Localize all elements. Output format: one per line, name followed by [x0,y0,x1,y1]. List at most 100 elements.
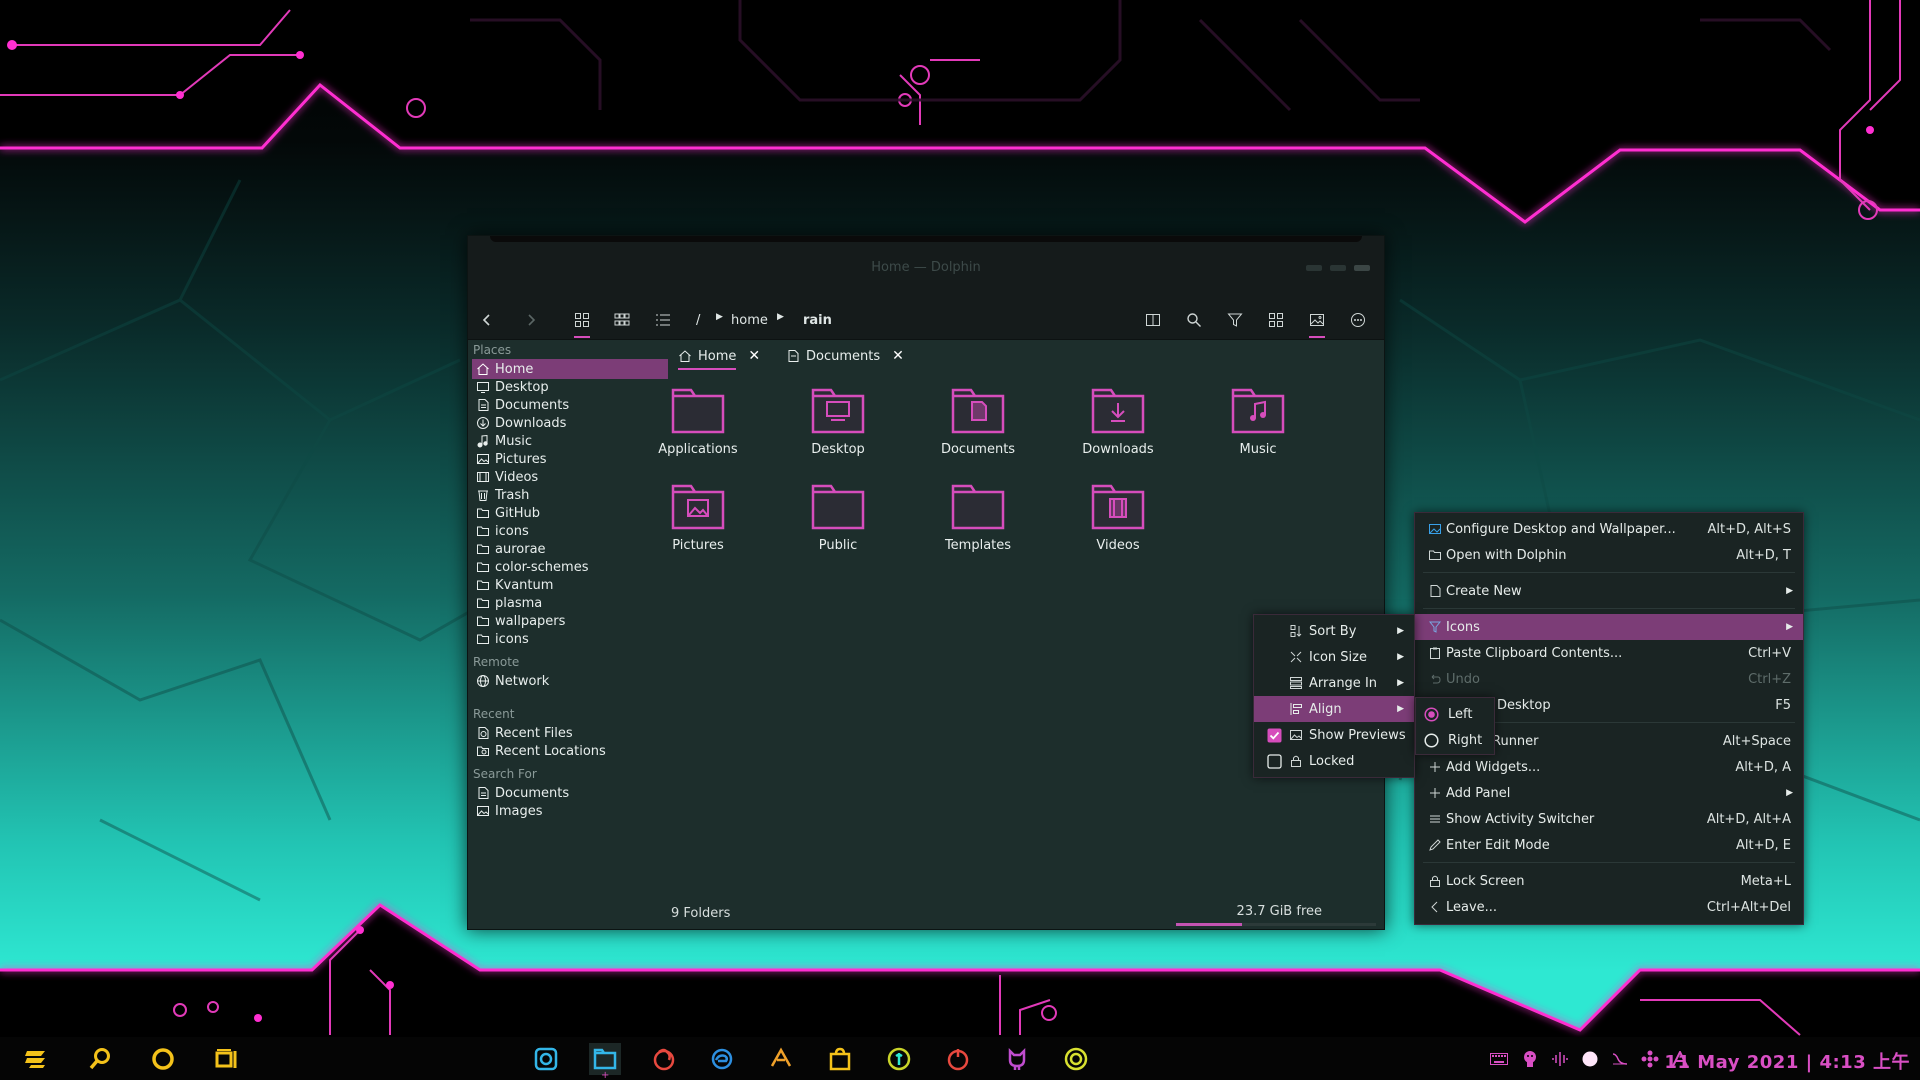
menu-item-label: Add Panel [1446,785,1511,801]
task-media[interactable] [942,1043,974,1075]
sidebar-item-icons[interactable]: icons [472,521,668,541]
tab-documents[interactable]: Documents ✕ [786,345,904,367]
breadcrumb-current[interactable]: rain [803,313,832,328]
menu-item-leave[interactable]: Leave... Ctrl+Alt+Del [1415,894,1803,920]
search-button[interactable] [1180,306,1208,334]
menu-item-create-new[interactable]: Create New ▶ [1415,578,1803,604]
sidebar-item-icons-2[interactable]: icons [472,629,668,649]
sidebar-item-color-schemes[interactable]: color-schemes [472,557,668,577]
tray-network[interactable] [1610,1049,1630,1069]
compact-view-button[interactable] [608,306,636,334]
menu-item-locked[interactable]: Locked [1254,748,1414,774]
checkbox-unchecked-icon[interactable] [1266,753,1282,769]
search-launcher-button[interactable] [84,1043,116,1075]
folder-item[interactable]: Music [1203,386,1313,457]
tab-label: Documents [806,348,881,364]
show-previews-button[interactable] [1303,306,1331,338]
menu-item-icons[interactable]: Icons ▶ [1415,614,1803,640]
sidebar-item-desktop[interactable]: Desktop [472,377,668,397]
tray-night[interactable] [1580,1049,1600,1069]
forward-button[interactable] [517,306,545,334]
sidebar-item-wallpapers[interactable]: wallpapers [472,611,668,631]
sidebar-item-github[interactable]: GitHub [472,503,668,523]
preview-grid-button[interactable] [1262,306,1290,334]
close-tab-icon[interactable]: ✕ [892,348,904,364]
more-button[interactable] [1344,306,1372,334]
radio-selected-icon[interactable] [1423,706,1439,722]
icons-view-button[interactable] [568,306,596,338]
task-github[interactable] [1001,1043,1033,1075]
sidebar-item-pictures[interactable]: Pictures [472,449,668,469]
menu-item-add-widgets[interactable]: Add Widgets... Alt+D, A [1415,754,1803,780]
menu-item-align-right[interactable]: Right [1416,727,1494,753]
sidebar-item-plasma[interactable]: plasma [472,593,668,613]
task-edge[interactable] [706,1043,738,1075]
sidebar-item-aurorae[interactable]: aurorae [472,539,668,559]
menu-item-undo[interactable]: Undo Ctrl+Z [1415,666,1803,692]
menu-item-open-with-dolphin[interactable]: Open with Dolphin Alt+D, T [1415,542,1803,568]
tray-keyboard[interactable] [1489,1049,1509,1069]
menu-item-arrange-in[interactable]: Arrange In ▶ [1254,670,1414,696]
task-firefox[interactable] [648,1043,680,1075]
tray-audio[interactable] [1550,1049,1570,1069]
task-krita[interactable] [765,1043,797,1075]
sidebar-item-trash[interactable]: Trash [472,485,668,505]
menu-item-activity-switcher[interactable]: Show Activity Switcher Alt+D, Alt+A [1415,806,1803,832]
dolphin-window[interactable]: Home — Dolphin / ▶ home ▶ rain Places Ho… [467,235,1385,930]
folder-item[interactable]: Desktop [783,386,893,457]
close-tab-icon[interactable]: ✕ [748,348,760,364]
overview-button[interactable] [147,1043,179,1075]
app-menu-button[interactable] [20,1043,52,1075]
close-button[interactable] [1354,265,1370,271]
edit-icon [1427,837,1443,853]
task-terminal[interactable] [883,1043,915,1075]
folder-item[interactable]: Applications [643,386,753,457]
menu-item-align-left[interactable]: Left [1416,701,1494,727]
breadcrumb-root[interactable]: / [696,313,700,328]
tray-mascot[interactable] [1520,1049,1540,1069]
sidebar-item-network[interactable]: Network [472,671,668,691]
folder-item[interactable]: Pictures [643,482,753,553]
clock[interactable]: 11 May 2021 | 4:13 上午 [1664,1048,1910,1074]
menu-item-align[interactable]: Align ▶ [1254,696,1414,722]
filter-button[interactable] [1221,306,1249,334]
sidebar-item-recent-locations[interactable]: Recent Locations [472,741,668,761]
menu-item-show-previews[interactable]: Show Previews [1254,722,1414,748]
menu-item-configure-desktop[interactable]: Configure Desktop and Wallpaper... Alt+D… [1415,516,1803,542]
split-view-button[interactable] [1139,306,1167,334]
task-switcher-button[interactable] [211,1043,243,1075]
folder-item[interactable]: Public [783,482,893,553]
task-store[interactable] [824,1043,856,1075]
folder-item[interactable]: Downloads [1063,386,1173,457]
back-button[interactable] [473,306,501,334]
checkbox-checked-icon[interactable] [1266,727,1282,743]
tab-home[interactable]: Home ✕ [678,345,760,370]
task-settings[interactable] [1060,1043,1092,1075]
folder-item[interactable]: Templates [923,482,1033,553]
folder-item[interactable]: Documents [923,386,1033,457]
menu-item-paste[interactable]: Paste Clipboard Contents... Ctrl+V [1415,640,1803,666]
sidebar-item-documents[interactable]: Documents [472,395,668,415]
sidebar-item-downloads[interactable]: Downloads [472,413,668,433]
titlebar[interactable]: Home — Dolphin [468,236,1384,300]
tray-bluetooth[interactable] [1640,1049,1660,1069]
sidebar-item-search-images[interactable]: Images [472,801,668,821]
sidebar-item-kvantum[interactable]: Kvantum [472,575,668,595]
menu-item-icon-size[interactable]: Icon Size ▶ [1254,644,1414,670]
radio-unselected-icon[interactable] [1423,732,1439,748]
menu-item-sort-by[interactable]: Sort By ▶ [1254,618,1414,644]
sidebar-item-recent-files[interactable]: Recent Files [472,723,668,743]
sidebar-item-search-documents[interactable]: Documents [472,783,668,803]
task-screenshot[interactable] [530,1043,562,1075]
sidebar-item-home[interactable]: Home [472,359,668,379]
menu-item-lock-screen[interactable]: Lock Screen Meta+L [1415,868,1803,894]
breadcrumb-home[interactable]: home [731,313,768,328]
sidebar-item-music[interactable]: Music [472,431,668,451]
folder-item[interactable]: Videos [1063,482,1173,553]
menu-item-edit-mode[interactable]: Enter Edit Mode Alt+D, E [1415,832,1803,858]
minimize-button[interactable] [1306,265,1322,271]
sidebar-item-videos[interactable]: Videos [472,467,668,487]
menu-item-add-panel[interactable]: Add Panel ▶ [1415,780,1803,806]
maximize-button[interactable] [1330,265,1346,271]
details-view-button[interactable] [649,306,677,334]
